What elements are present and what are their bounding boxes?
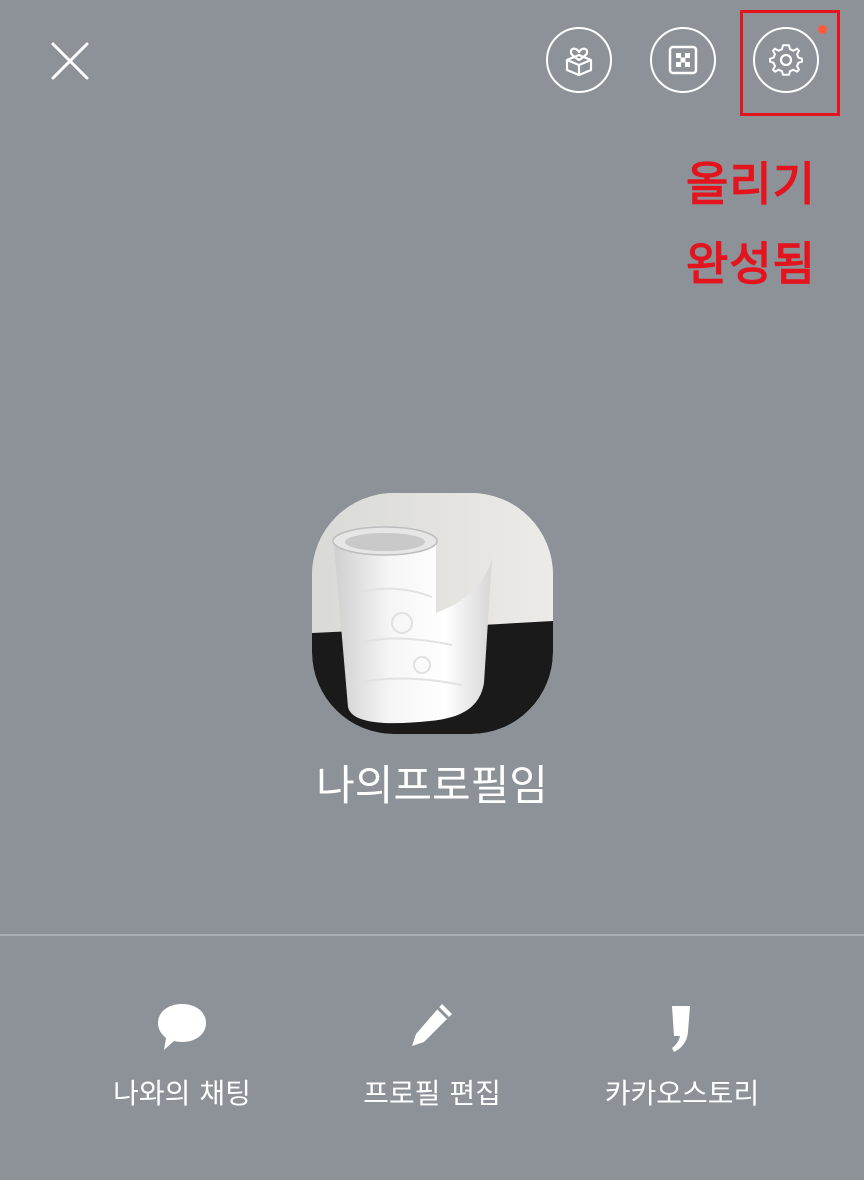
gift-button[interactable] (546, 27, 612, 93)
profile-screen: 올리기 완성됨 나의프로필임 나와의 채팅 프로필 편집 카카오스토리 (0, 0, 864, 1180)
annotation-line-1: 올리기 (686, 157, 816, 211)
profile-picture[interactable] (312, 493, 553, 734)
edit-profile-label: 프로필 편집 (363, 1077, 501, 1110)
comma-icon (672, 1006, 690, 1052)
speech-bubble-icon (158, 1004, 206, 1050)
qr-code-button[interactable] (650, 27, 716, 93)
profile-name: 나의프로필임 (316, 761, 548, 810)
chat-with-me-button[interactable]: 나와의 채팅 (62, 990, 302, 1130)
qr-code-icon (668, 45, 698, 75)
kakaostory-label: 카카오스토리 (604, 1077, 760, 1110)
chat-with-me-label: 나와의 채팅 (113, 1077, 251, 1110)
divider (0, 934, 864, 936)
annotation-line-2: 완성됨 (686, 237, 816, 291)
toilet-paper-photo (312, 493, 553, 734)
edit-profile-button[interactable]: 프로필 편집 (312, 990, 552, 1130)
kakaostory-button[interactable]: 카카오스토리 (562, 990, 802, 1130)
close-icon (51, 42, 89, 80)
gift-box-icon (565, 47, 593, 77)
close-button[interactable] (40, 30, 100, 90)
pencil-icon (412, 1004, 452, 1046)
highlight-box (740, 10, 840, 116)
